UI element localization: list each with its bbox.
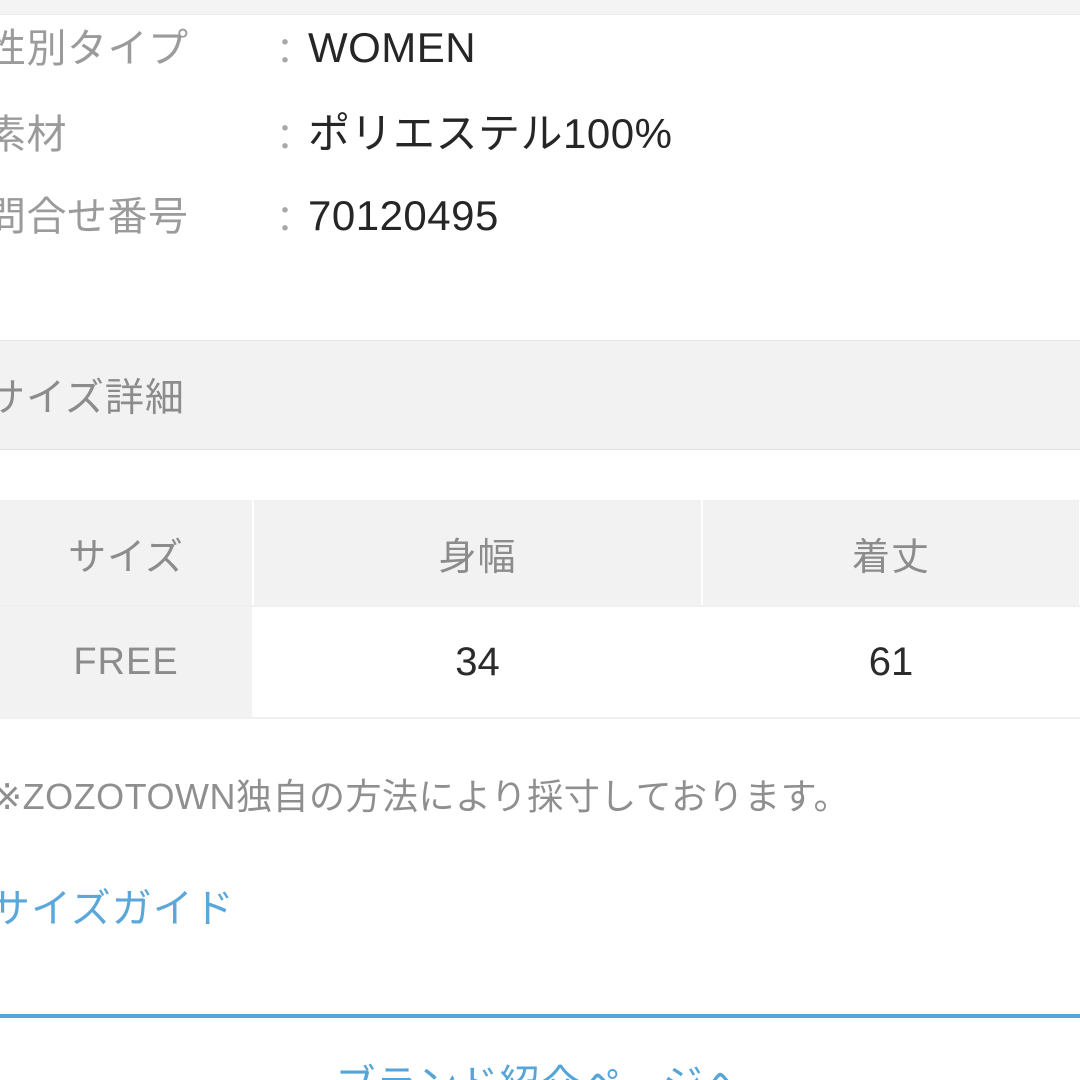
brand-page-link[interactable]: ブランド紹介ページへ xyxy=(0,1063,1080,1080)
size-detail-table: サイズ 身幅 着丈 FREE 34 61 xyxy=(0,500,1080,719)
cell-length-value: 61 xyxy=(702,606,1080,719)
size-detail-section-title: サイズ詳細 xyxy=(0,377,185,420)
spec-label-inquiry-number: 問合せ番号 xyxy=(0,195,189,239)
size-guide-link[interactable]: サイズガイド xyxy=(0,876,235,934)
spec-value-gender-type: WOMEN xyxy=(308,24,477,71)
spec-separator-material: ： xyxy=(276,115,313,156)
product-detail-page: 性別タイプ ： WOMEN 素材 ： ポリエステル100% 問合せ番号 ： 70… xyxy=(0,0,1080,1080)
blue-section-divider xyxy=(0,1014,1080,1018)
spec-value-inquiry-number: 70120495 xyxy=(308,192,499,239)
spec-label-material: 素材 xyxy=(0,113,67,157)
product-spec-list: 性別タイプ ： WOMEN 素材 ： ポリエステル100% 問合せ番号 ： 70… xyxy=(0,16,1080,268)
column-header-size: サイズ xyxy=(0,500,254,607)
table-header-row: サイズ 身幅 着丈 xyxy=(0,500,1080,607)
spec-row-gender-type: 性別タイプ ： WOMEN xyxy=(0,16,1080,100)
column-header-body-width: 身幅 xyxy=(253,500,703,607)
spec-row-material: 素材 ： ポリエステル100% xyxy=(0,100,1080,184)
footer-link-container: ブランド紹介ページへ xyxy=(0,1063,1080,1080)
column-header-length: 着丈 xyxy=(702,500,1080,607)
spec-separator-gender-type: ： xyxy=(276,29,313,70)
spec-row-inquiry-number: 問合せ番号 ： 70120495 xyxy=(0,184,1080,268)
cell-body-width-value: 34 xyxy=(253,606,703,719)
size-detail-section-header: サイズ詳細 xyxy=(0,340,1080,450)
size-table-body: FREE 34 61 xyxy=(0,606,1080,719)
table-row: FREE 34 61 xyxy=(0,606,1080,719)
spec-separator-inquiry-number: ： xyxy=(276,197,313,238)
spec-value-material: ポリエステル100% xyxy=(308,110,673,157)
cell-size-value: FREE xyxy=(0,606,254,719)
size-table-header: サイズ 身幅 着丈 xyxy=(0,500,1080,607)
spec-label-gender-type: 性別タイプ xyxy=(0,27,189,71)
top-section-divider xyxy=(0,0,1080,15)
measurement-note: ※ZOZOTOWN独自の方法により採寸しております。 xyxy=(0,776,850,817)
